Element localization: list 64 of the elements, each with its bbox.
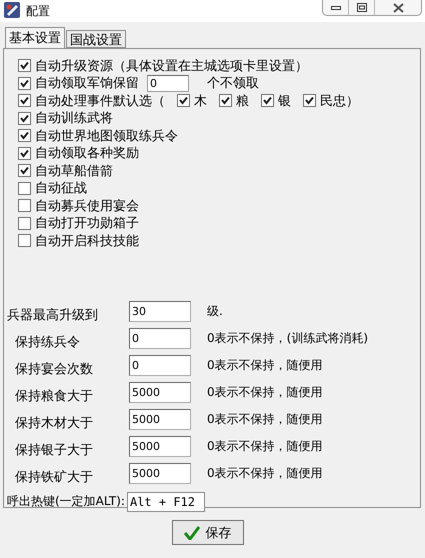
option-label: 自动处理事件默认选（ bbox=[35, 92, 165, 110]
limit-label: 保持木材大于 bbox=[14, 414, 94, 432]
checkbox[interactable] bbox=[261, 94, 274, 108]
option-label: 自动打开功勋箱子 bbox=[35, 215, 139, 232]
tab[interactable]: 国战设置 bbox=[66, 30, 126, 48]
app-icon bbox=[4, 2, 20, 18]
reserve-input[interactable]: 0 bbox=[147, 74, 189, 92]
checkbox[interactable] bbox=[18, 59, 31, 72]
number-input[interactable]: 0 bbox=[129, 328, 191, 349]
option-label: 自动世界地图领取练兵令 bbox=[35, 128, 178, 145]
minimize-icon bbox=[330, 6, 340, 10]
maximize-icon bbox=[356, 3, 366, 12]
tab[interactable]: 基本设置 bbox=[5, 27, 65, 48]
limit-label: 保持练兵令 bbox=[14, 334, 81, 350]
checkbox[interactable] bbox=[18, 216, 31, 230]
option-label: 自动募兵使用宴会 bbox=[35, 198, 139, 215]
note-text: 0表示不保持，随便用 bbox=[207, 438, 324, 455]
limit-label: 保持粮食大于 bbox=[14, 388, 94, 404]
note-text: 0表示不保持，随便用 bbox=[207, 465, 324, 482]
limit-label: 兵器最高升级到 bbox=[7, 306, 99, 324]
number-input[interactable]: 5000 bbox=[129, 436, 191, 457]
option-label: 自动领取各种奖励 bbox=[35, 145, 139, 162]
checkbox[interactable] bbox=[18, 76, 31, 90]
choice-label: 民忠） bbox=[320, 92, 359, 110]
choice-label: 木 bbox=[194, 92, 207, 110]
checkbox[interactable] bbox=[18, 129, 31, 142]
checkbox[interactable] bbox=[18, 164, 31, 178]
checkmark-icon bbox=[184, 526, 200, 540]
checkbox[interactable] bbox=[18, 146, 31, 160]
checkbox[interactable] bbox=[177, 94, 190, 108]
hotkey-label: 呼出热键(一定加ALT): bbox=[7, 493, 125, 510]
suffix-label: 个不领取 bbox=[207, 75, 259, 92]
limit-label: 保持银子大于 bbox=[14, 442, 94, 458]
checkbox[interactable] bbox=[18, 112, 31, 125]
option-label: 自动领取军饷保留 bbox=[35, 75, 139, 92]
checkbox[interactable] bbox=[18, 182, 31, 195]
number-input[interactable]: 30 bbox=[129, 301, 191, 322]
option-label: 自动征战 bbox=[35, 180, 87, 198]
checkbox[interactable] bbox=[219, 94, 232, 108]
choice-label: 银 bbox=[278, 92, 291, 110]
limit-label: 保持铁矿大于 bbox=[14, 468, 94, 486]
option-label: 自动升级资源（具体设置在主城选项卡里设置） bbox=[35, 58, 308, 75]
note-text: 级. bbox=[207, 303, 224, 320]
checkbox[interactable] bbox=[18, 199, 31, 212]
number-input[interactable]: 5000 bbox=[129, 409, 191, 430]
number-input[interactable]: 0 bbox=[129, 355, 191, 376]
checkbox[interactable] bbox=[303, 94, 316, 108]
option-label: 自动开启科技技能 bbox=[35, 232, 139, 250]
note-text: 0表示不保持，随便用 bbox=[207, 384, 324, 401]
limit-label: 保持宴会次数 bbox=[14, 360, 94, 378]
window-title: 配置 bbox=[26, 3, 50, 20]
number-input[interactable]: 5000 bbox=[129, 382, 191, 403]
note-text: 0表示不保持，随便用 bbox=[207, 357, 324, 374]
choice-label: 粮 bbox=[236, 92, 249, 110]
save-button[interactable]: 保存 bbox=[172, 520, 244, 545]
checkbox[interactable] bbox=[18, 94, 31, 108]
checkbox[interactable] bbox=[18, 234, 31, 248]
hotkey-input[interactable]: Alt + F12 bbox=[126, 492, 205, 512]
close-icon bbox=[392, 2, 404, 12]
note-text: 0表示不保持，(训练武将消耗) bbox=[207, 330, 369, 347]
note-text: 0表示不保持，随便用 bbox=[207, 411, 324, 428]
option-label: 自动训练武将 bbox=[35, 110, 113, 128]
option-label: 自动草船借箭 bbox=[35, 162, 113, 180]
number-input[interactable]: 5000 bbox=[129, 463, 191, 484]
